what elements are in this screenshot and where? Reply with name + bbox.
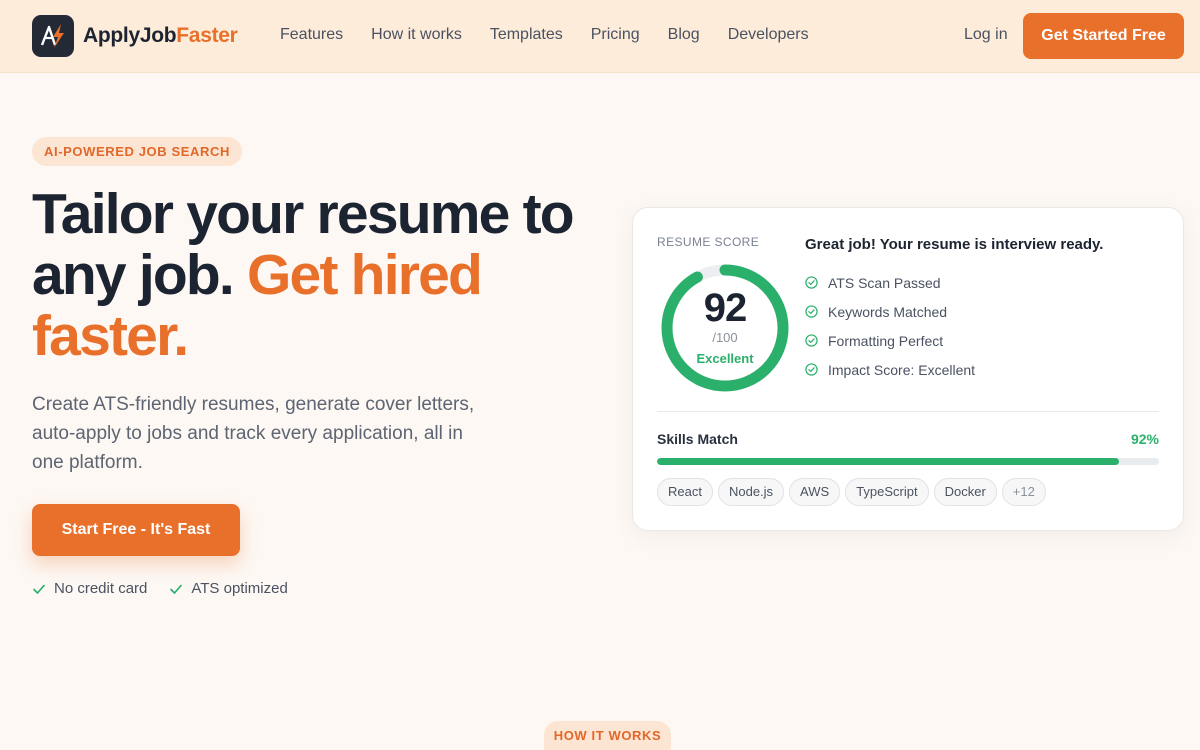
perk-label: ATS optimized bbox=[191, 580, 288, 597]
card-divider bbox=[657, 411, 1159, 412]
more-skills-tag: +12 bbox=[1001, 478, 1046, 506]
skills-progress-bar bbox=[657, 458, 1159, 465]
skill-tag: TypeScript bbox=[845, 478, 929, 506]
skills-progress-fill bbox=[657, 458, 1119, 465]
perk-label: No credit card bbox=[54, 580, 148, 597]
resume-score-label: RESUME SCORE bbox=[657, 235, 760, 249]
check-list: ATS Scan Passed Keywords Matched Formatt… bbox=[805, 268, 975, 384]
card-heading: Great job! Your resume is interview read… bbox=[805, 236, 1104, 253]
get-started-button[interactable]: Get Started Free bbox=[1023, 13, 1184, 59]
check-item: Impact Score: Excellent bbox=[805, 355, 975, 384]
check-circle-icon bbox=[805, 334, 818, 347]
headline-line2: any job. bbox=[32, 243, 235, 307]
skills-match-label: Skills Match bbox=[657, 431, 738, 447]
nav-link-features[interactable]: Features bbox=[280, 26, 343, 44]
hero-headline: Tailor your resume to any job. Get hired… bbox=[32, 184, 612, 367]
check-icon bbox=[33, 584, 45, 594]
hero-badge: AI-POWERED JOB SEARCH bbox=[32, 137, 242, 166]
nav-link-how-it-works[interactable]: How it works bbox=[371, 26, 462, 44]
start-free-button[interactable]: Start Free - It's Fast bbox=[32, 504, 240, 556]
check-icon bbox=[170, 584, 183, 594]
nav-link-templates[interactable]: Templates bbox=[490, 26, 563, 44]
score-value: 92 bbox=[703, 286, 748, 330]
how-it-works-badge: HOW IT WORKS bbox=[544, 721, 671, 750]
check-circle-icon bbox=[805, 276, 818, 289]
check-item: ATS Scan Passed bbox=[805, 268, 975, 297]
score-rating: Excellent bbox=[696, 351, 754, 366]
check-circle-icon bbox=[805, 305, 818, 318]
skill-tags: React Node.js AWS TypeScript Docker +12 bbox=[657, 478, 1051, 506]
check-label: Impact Score: Excellent bbox=[828, 361, 976, 378]
check-label: Keywords Matched bbox=[828, 303, 948, 320]
nav-link-pricing[interactable]: Pricing bbox=[591, 26, 640, 44]
headline-line1: Tailor your resume to bbox=[32, 182, 575, 246]
logo-link[interactable]: ApplyJobFaster bbox=[32, 15, 238, 57]
hero-subtext: Create ATS-friendly resumes, generate co… bbox=[32, 394, 475, 473]
perk-item: ATS optimized bbox=[169, 580, 288, 597]
nav-link-developers[interactable]: Developers bbox=[728, 26, 809, 44]
lightning-bolt-icon bbox=[32, 15, 74, 57]
skill-tag: React bbox=[657, 478, 713, 506]
skill-tag: Docker bbox=[933, 478, 997, 506]
perk-item: No credit card bbox=[32, 580, 147, 597]
skills-match-percent: 92% bbox=[1130, 431, 1159, 447]
check-label: Formatting Perfect bbox=[828, 332, 944, 349]
check-item: Formatting Perfect bbox=[805, 326, 975, 355]
skill-tag: AWS bbox=[789, 478, 841, 506]
score-max: /100 bbox=[712, 330, 738, 345]
resume-score-card: RESUME SCORE 92 /100 Excellent Great job… bbox=[632, 207, 1184, 531]
brand-name: ApplyJobFaster bbox=[83, 24, 238, 47]
skill-tag: Node.js bbox=[717, 478, 785, 506]
login-link[interactable]: Log in bbox=[964, 26, 1008, 44]
top-nav: ApplyJobFaster Features How it works Tem… bbox=[0, 0, 1200, 73]
check-item: Keywords Matched bbox=[805, 297, 975, 326]
check-circle-icon bbox=[805, 363, 818, 376]
nav-link-blog[interactable]: Blog bbox=[668, 26, 700, 44]
hero-perks: No credit card ATS optimized bbox=[32, 580, 310, 597]
nav-links: Features How it works Templates Pricing … bbox=[280, 26, 837, 44]
score-gauge: 92 /100 Excellent bbox=[659, 262, 791, 394]
check-label: ATS Scan Passed bbox=[828, 274, 941, 291]
